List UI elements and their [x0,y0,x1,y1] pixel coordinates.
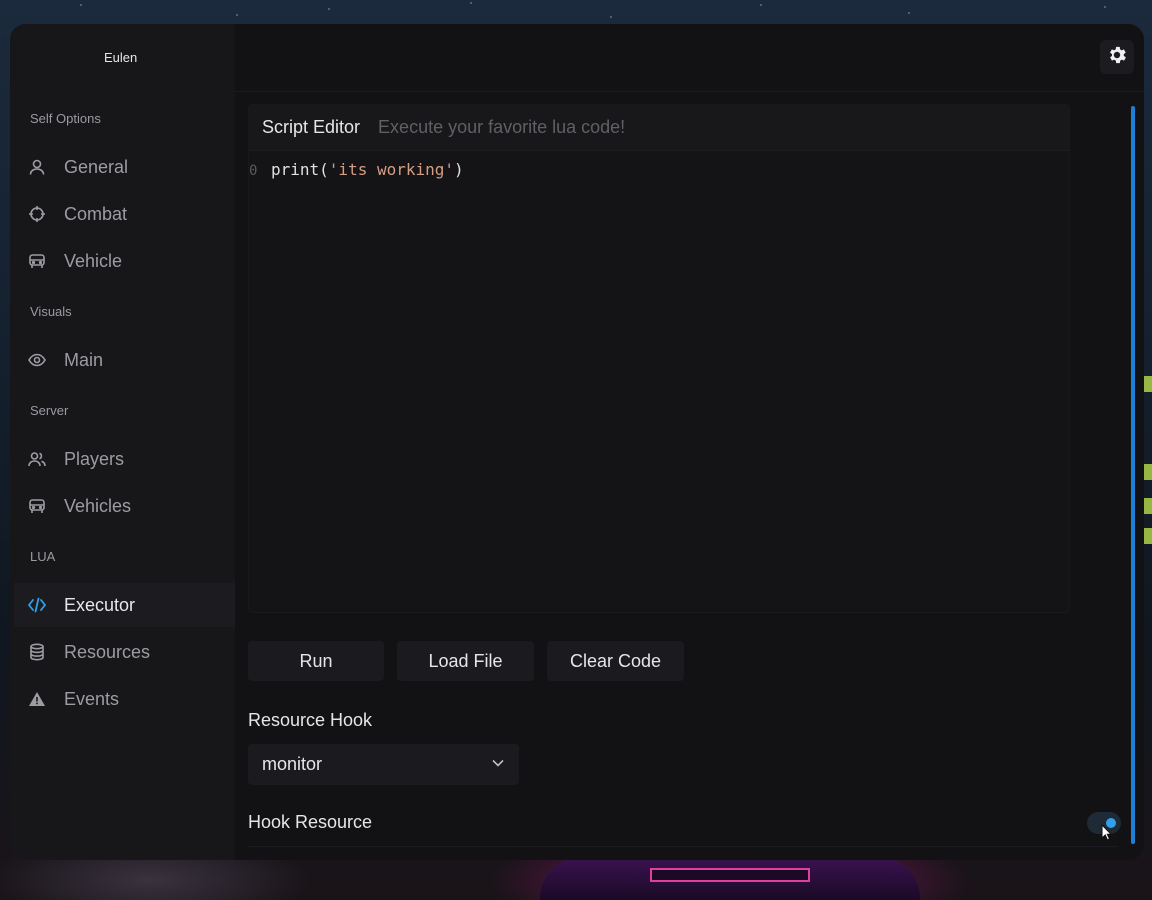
sidebar-item-label: Main [64,349,104,370]
background-glow [1144,376,1152,392]
mouse-cursor-icon [1101,823,1113,847]
background-glow [1144,464,1152,480]
sidebar: Eulen Self Options General Combat Vehicl… [10,24,235,860]
section-server: Server [30,403,69,418]
gear-icon [1106,44,1128,71]
code-line[interactable]: 0 print('its working') [249,159,464,181]
section-self-options: Self Options [30,111,101,126]
editor-subtitle: Execute your favorite lua code! [378,117,626,137]
load-file-button[interactable]: Load File [397,641,534,681]
sidebar-item-executor[interactable]: Executor [14,583,235,627]
eye-icon [28,351,46,369]
sidebar-item-general[interactable]: General [14,145,235,189]
crosshair-icon [28,205,46,223]
sidebar-item-events[interactable]: Events [14,677,235,721]
sidebar-item-main[interactable]: Main [14,338,235,382]
warning-icon [28,690,46,708]
scrollbar-track[interactable] [1131,106,1137,844]
sidebar-item-label: Vehicles [64,495,132,516]
topbar [235,24,1144,92]
brand-name: Eulen [104,50,138,65]
sidebar-item-label: Resources [64,641,151,662]
sidebar-item-label: Vehicle [64,250,123,271]
car-icon [28,497,46,515]
script-editor[interactable]: Script Editor Execute your favorite lua … [248,104,1070,613]
editor-header: Script Editor Execute your favorite lua … [249,105,1069,151]
main-panel: Script Editor Execute your favorite lua … [235,24,1144,860]
database-icon [28,643,46,661]
sidebar-item-label: Combat [64,203,128,224]
chevron-down-icon [491,754,505,775]
code-text[interactable]: print('its working') [271,159,464,181]
sidebar-item-label: Players [64,448,125,469]
sidebar-item-vehicle[interactable]: Vehicle [14,239,235,283]
sidebar-item-label: General [64,156,129,177]
editor-title: Script Editor [262,117,361,137]
code-icon [28,596,46,614]
selected-value: monitor [262,754,323,774]
resource-hook-select[interactable]: monitor [248,744,519,785]
divider [248,846,1118,847]
sidebar-item-label: Events [64,688,120,709]
section-lua: LUA [30,549,56,564]
menu-window: Eulen Self Options General Combat Vehicl… [10,24,1144,860]
background-vehicle [540,858,920,900]
sidebar-item-vehicles[interactable]: Vehicles [14,484,235,528]
user-icon [28,158,46,176]
section-visuals: Visuals [30,304,72,319]
hook-resource-label: Hook Resource [248,812,373,832]
sidebar-item-label: Executor [64,594,136,615]
line-number: 0 [249,163,258,179]
background-glow [1144,498,1152,514]
sidebar-item-combat[interactable]: Combat [14,192,235,236]
settings-button[interactable] [1100,40,1134,74]
sidebar-item-resources[interactable]: Resources [14,630,235,674]
sidebar-item-players[interactable]: Players [14,437,235,481]
users-icon [28,450,46,468]
clear-code-button[interactable]: Clear Code [547,641,684,681]
background-glow [1144,528,1152,544]
car-icon [28,252,46,270]
scrollbar-thumb[interactable] [1131,106,1135,844]
resource-hook-label: Resource Hook [248,710,373,730]
run-button[interactable]: Run [248,641,384,681]
